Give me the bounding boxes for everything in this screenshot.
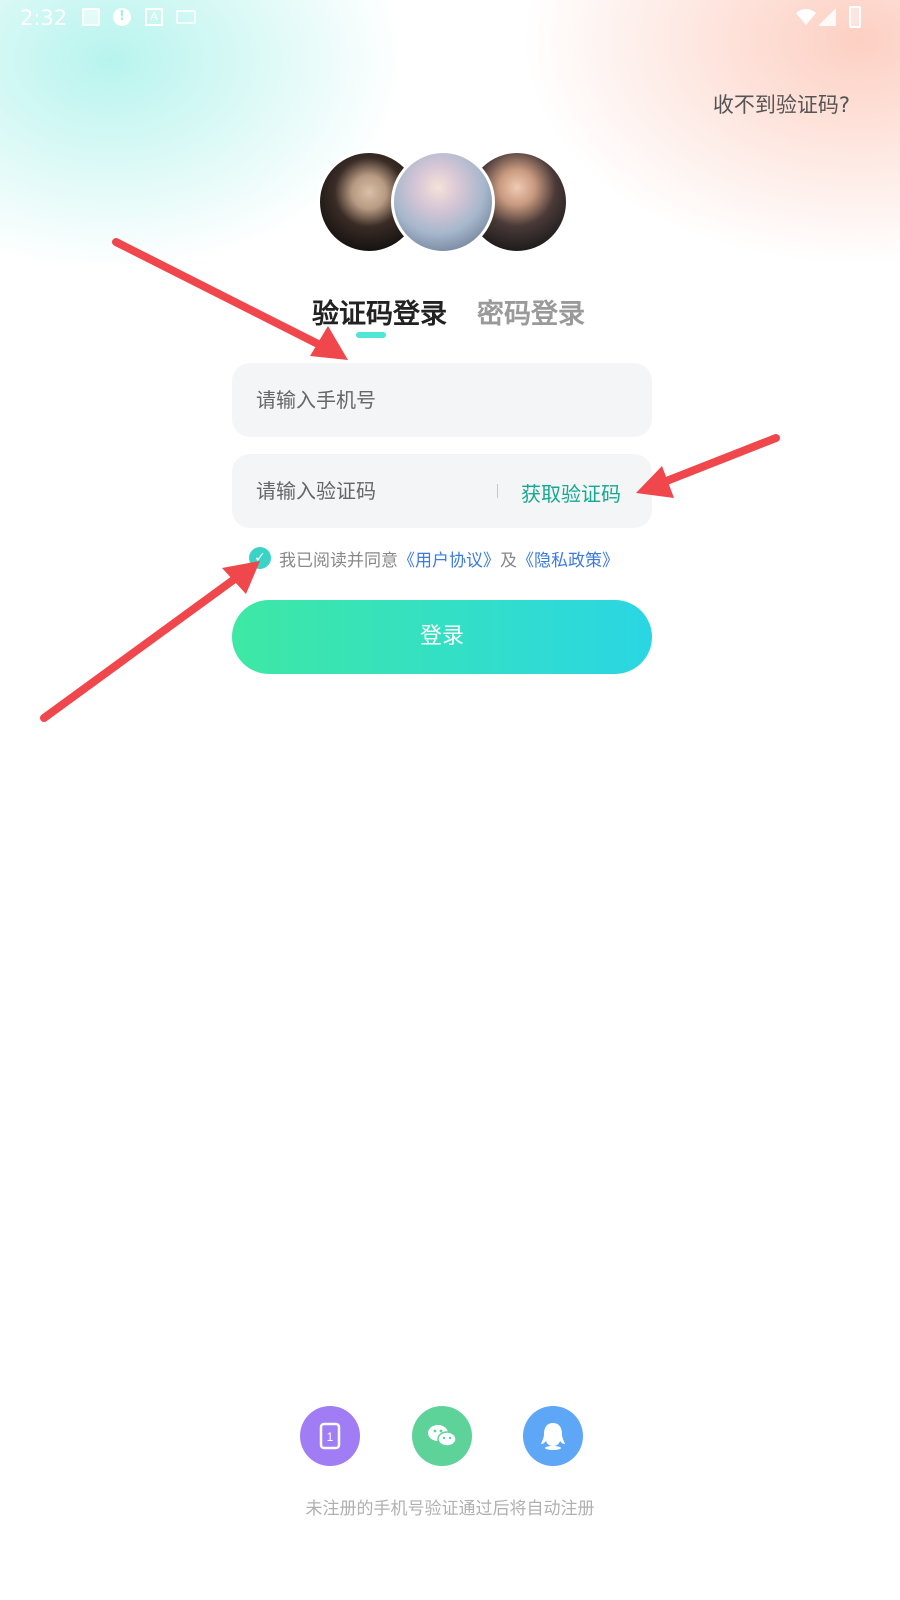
alert-notification-icon: ! <box>113 8 131 26</box>
agreement-checkbox-icon[interactable]: ✓ <box>249 547 271 569</box>
tab-password-login[interactable]: 密码登录 <box>477 292 585 331</box>
qq-icon <box>541 1423 565 1450</box>
keyboard-notification-icon <box>176 10 196 24</box>
code-input[interactable] <box>256 454 496 528</box>
wechat-login-button[interactable] <box>412 1406 472 1466</box>
app-notification-icon: A <box>145 8 163 26</box>
wechat-icon <box>428 1425 457 1447</box>
privacy-policy-link[interactable]: 《隐私政策》 <box>517 551 619 571</box>
login-tabs: 验证码登录 密码登录 <box>0 292 900 342</box>
agreement-text: 我已阅读并同意《用户协议》及《隐私政策》 <box>279 546 619 571</box>
qq-login-button[interactable] <box>523 1406 583 1466</box>
tab-sms-login[interactable]: 验证码登录 <box>312 292 447 331</box>
image-notification-icon <box>82 8 100 26</box>
agreement-prefix: 我已阅读并同意 <box>279 551 398 571</box>
avatar <box>391 150 495 254</box>
phone-login-button[interactable]: 1 <box>300 1406 360 1466</box>
field-divider <box>497 484 498 498</box>
status-time: 2:32 <box>20 6 68 30</box>
avatar-group <box>317 150 577 256</box>
tab-indicator <box>356 332 386 338</box>
user-agreement-link[interactable]: 《用户协议》 <box>398 551 500 571</box>
phone-input[interactable] <box>256 363 496 437</box>
svg-text:1: 1 <box>327 1430 334 1444</box>
wifi-icon <box>796 9 816 25</box>
agreement-conjunction: 及 <box>500 551 517 571</box>
battery-icon <box>849 6 861 28</box>
auto-register-note: 未注册的手机号验证通过后将自动注册 <box>305 1499 595 1519</box>
help-link[interactable]: 收不到验证码? <box>713 89 850 119</box>
get-code-button[interactable]: 获取验证码 <box>521 478 621 507</box>
signal-icon <box>818 8 836 26</box>
phone-icon: 1 <box>319 1422 341 1450</box>
phone-field <box>232 363 652 437</box>
code-field: 获取验证码 <box>232 454 652 528</box>
login-button[interactable]: 登录 <box>232 600 652 674</box>
status-bar: 2:32 ! A <box>0 0 900 36</box>
